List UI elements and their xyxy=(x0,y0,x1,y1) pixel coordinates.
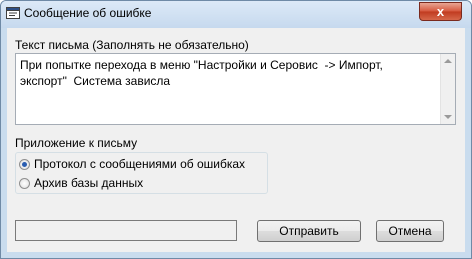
radio-checked-icon[interactable] xyxy=(19,158,30,170)
app-window-icon xyxy=(6,7,20,19)
attachment-label: Приложение к письму xyxy=(15,136,138,150)
close-button[interactable]: x xyxy=(419,2,462,21)
title-bar[interactable]: Сообщение об ошибке x xyxy=(1,1,471,28)
scroll-up-arrow-icon[interactable] xyxy=(444,59,452,63)
radio-label-error-log: Протокол с сообщениями об ошибках xyxy=(34,157,246,171)
radio-option-error-log[interactable]: Протокол с сообщениями об ошибках xyxy=(19,156,245,172)
radio-option-database-archive[interactable]: Архив базы данных xyxy=(19,175,143,191)
message-text: При попытке перехода в меню "Настройки и… xyxy=(20,58,383,88)
message-label: Текст письма (Заполнять не обязательно) xyxy=(15,38,249,52)
window-title: Сообщение об ошибке xyxy=(24,6,152,20)
status-field xyxy=(15,220,237,241)
dialog-body: Текст письма (Заполнять не обязательно) … xyxy=(7,28,465,252)
attachment-radio-group: Протокол с сообщениями об ошибках Архив … xyxy=(15,152,268,194)
radio-unchecked-icon[interactable] xyxy=(19,177,30,189)
scroll-down-arrow-icon[interactable] xyxy=(444,115,452,119)
textarea-scrollbar[interactable] xyxy=(440,54,455,124)
cancel-button[interactable]: Отмена xyxy=(376,220,444,242)
close-icon: x xyxy=(436,4,445,19)
error-report-window: Сообщение об ошибке x Текст письма (Запо… xyxy=(0,0,472,259)
message-textarea[interactable]: При попытке перехода в меню "Настройки и… xyxy=(15,53,456,125)
send-button[interactable]: Отправить xyxy=(257,220,361,242)
radio-label-database-archive: Архив базы данных xyxy=(34,176,144,190)
